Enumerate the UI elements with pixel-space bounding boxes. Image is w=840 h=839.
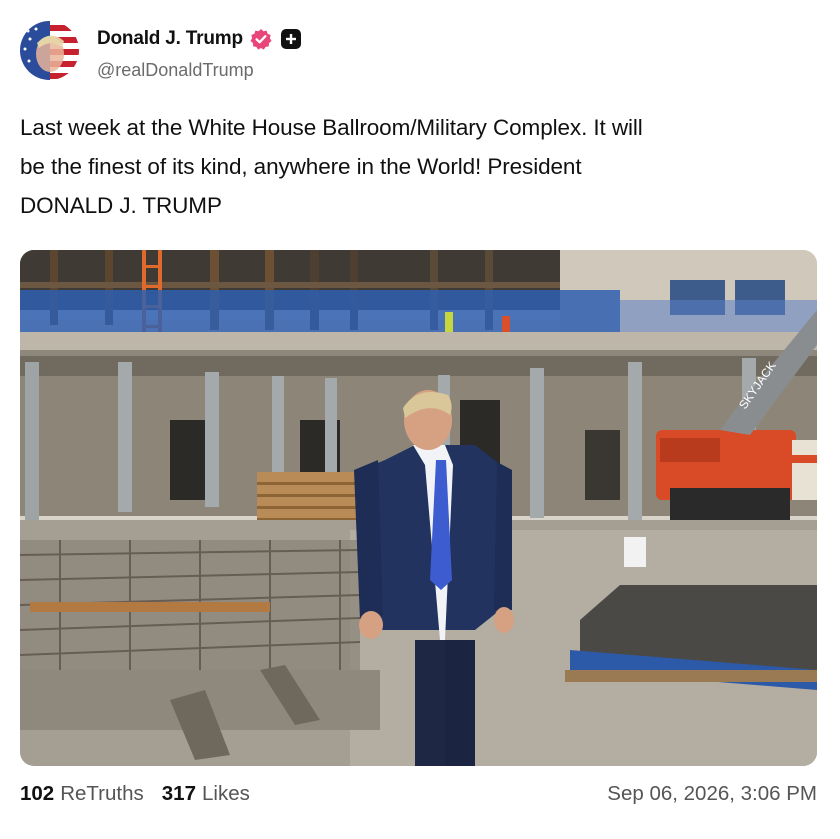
likes-count[interactable]: 317: [162, 782, 196, 806]
likes-label[interactable]: Likes: [202, 782, 250, 806]
verified-badge-icon: [250, 28, 272, 50]
post-timestamp[interactable]: Sep 06, 2026, 3:06 PM: [607, 782, 817, 806]
author-display-name[interactable]: Donald J. Trump: [97, 28, 243, 50]
retruths-label[interactable]: ReTruths: [60, 782, 144, 806]
post-stats: 102 ReTruths 317 Likes: [20, 782, 250, 806]
retruths-count[interactable]: 102: [20, 782, 54, 806]
post-text-line: DONALD J. TRUMP: [20, 193, 222, 218]
post-text-line: Last week at the White House Ballroom/Mi…: [20, 115, 643, 140]
author-name-row: Donald J. Trump: [97, 27, 301, 51]
truth-post: Donald J. Trump @realDonaldTrump Last we…: [0, 0, 840, 839]
post-text: Last week at the White House Ballroom/Mi…: [20, 108, 820, 225]
author-handle[interactable]: @realDonaldTrump: [97, 60, 254, 81]
post-text-line: be the finest of its kind, anywhere in t…: [20, 154, 582, 179]
author-avatar[interactable]: [20, 21, 79, 80]
post-image[interactable]: SKYJACK: [20, 250, 817, 766]
plus-badge-icon: [280, 29, 301, 49]
